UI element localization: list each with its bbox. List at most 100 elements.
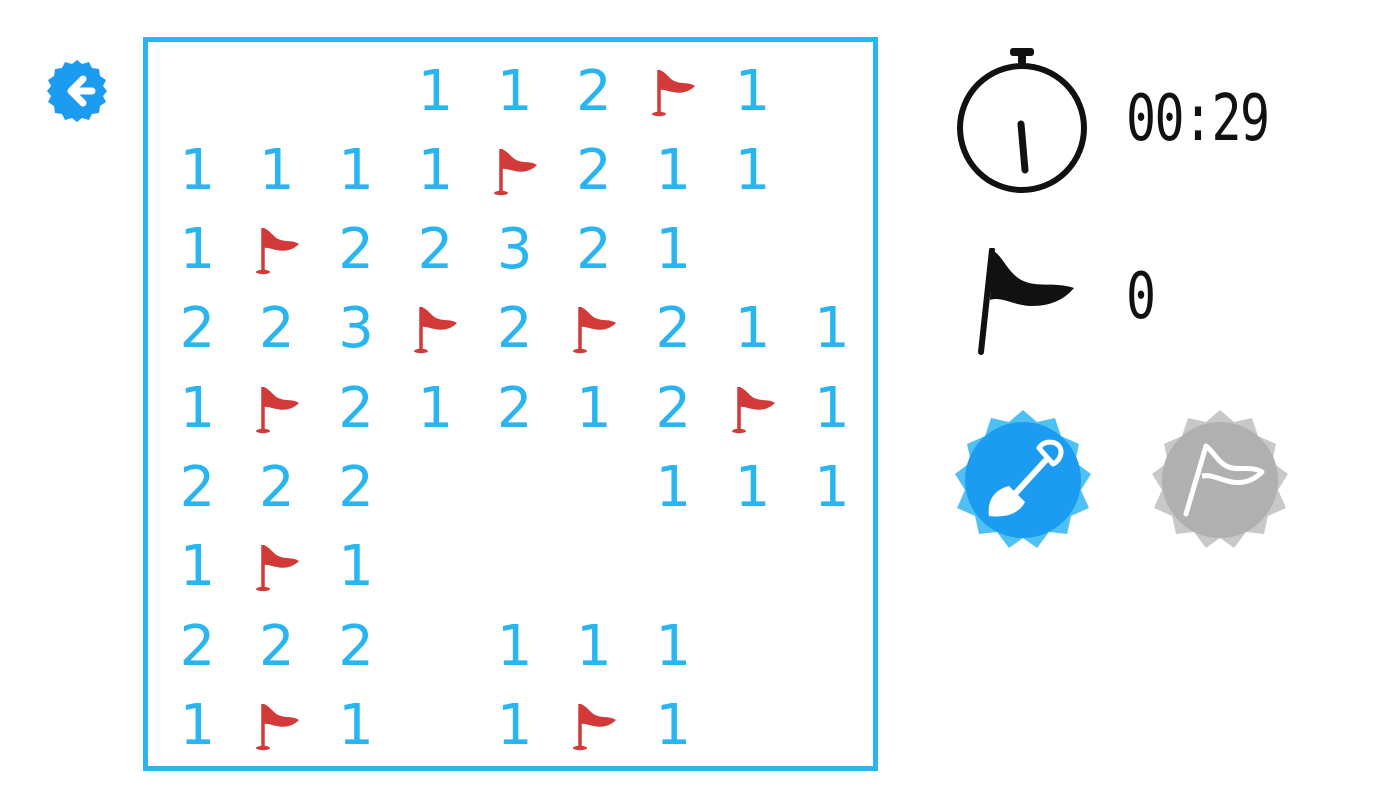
board-cell-r7-c2[interactable] [237, 528, 316, 607]
board-cell-r1-c6[interactable]: 2 [555, 52, 634, 131]
board-cell-r9-c4[interactable] [396, 686, 475, 765]
board-cell-r7-c9[interactable] [792, 528, 871, 607]
board-cell-r2-c3[interactable]: 1 [317, 131, 396, 210]
board-cell-r7-c6[interactable] [555, 528, 634, 607]
board-cell-r4-c4[interactable] [396, 290, 475, 369]
board-cell-r8-c1[interactable]: 2 [158, 607, 237, 686]
board-cell-r8-c9[interactable] [792, 607, 871, 686]
board-cell-r9-c8[interactable] [713, 686, 792, 765]
board-cell-r6-c3[interactable]: 2 [317, 449, 396, 528]
cell-number: 2 [338, 613, 374, 679]
board-cell-r7-c7[interactable] [634, 528, 713, 607]
board-cell-r8-c7[interactable]: 1 [634, 607, 713, 686]
board-cell-r3-c9[interactable] [792, 211, 871, 290]
board-cell-r2-c6[interactable]: 2 [555, 131, 634, 210]
cell-number: 1 [496, 58, 533, 124]
board-cell-r9-c3[interactable]: 1 [317, 686, 396, 765]
board-cell-r5-c5[interactable]: 2 [475, 369, 554, 448]
dig-mode-button[interactable] [951, 408, 1095, 552]
flag-mode-button[interactable] [1148, 408, 1292, 552]
board-cell-r8-c8[interactable] [713, 607, 792, 686]
board-cell-r5-c3[interactable]: 2 [317, 369, 396, 448]
board-cell-r8-c4[interactable] [396, 607, 475, 686]
cell-number: 2 [655, 375, 692, 441]
cell-number: 2 [576, 58, 612, 124]
board-cell-r6-c4[interactable] [396, 449, 475, 528]
board-cell-r8-c6[interactable]: 1 [555, 607, 634, 686]
cell-number: 2 [179, 613, 216, 679]
board-cell-r4-c7[interactable]: 2 [634, 290, 713, 369]
board-cell-r3-c7[interactable]: 1 [634, 211, 713, 290]
cell-number: 1 [496, 613, 533, 679]
board-cell-r2-c1[interactable]: 1 [158, 131, 237, 210]
board-cell-r9-c5[interactable]: 1 [475, 686, 554, 765]
board-cell-r9-c7[interactable]: 1 [634, 686, 713, 765]
board-cell-r1-c7[interactable] [634, 52, 713, 131]
board-cell-r2-c8[interactable]: 1 [713, 131, 792, 210]
board-cell-r7-c4[interactable] [396, 528, 475, 607]
board-cell-r1-c2[interactable] [237, 52, 316, 131]
board-cell-r4-c9[interactable]: 1 [792, 290, 871, 369]
board-cell-r3-c5[interactable]: 3 [475, 211, 554, 290]
board-cell-r4-c6[interactable] [555, 290, 634, 369]
board-cell-r3-c4[interactable]: 2 [396, 211, 475, 290]
stopwatch-icon [954, 46, 1090, 194]
board-cell-r8-c2[interactable]: 2 [237, 607, 316, 686]
board-cell-r5-c6[interactable]: 1 [555, 369, 634, 448]
board-cell-r4-c1[interactable]: 2 [158, 290, 237, 369]
cell-number: 1 [179, 217, 216, 283]
board-cell-r6-c9[interactable]: 1 [792, 449, 871, 528]
board-cell-r1-c4[interactable]: 1 [396, 52, 475, 131]
board-cell-r9-c6[interactable] [555, 686, 634, 765]
board-cell-r9-c1[interactable]: 1 [158, 686, 237, 765]
board-cell-r2-c5[interactable] [475, 131, 554, 210]
board-cell-r6-c8[interactable]: 1 [713, 449, 792, 528]
board-cell-r6-c5[interactable] [475, 449, 554, 528]
cell-number: 1 [814, 375, 850, 441]
board-cell-r5-c7[interactable]: 2 [634, 369, 713, 448]
board-cell-r1-c1[interactable] [158, 52, 237, 131]
flag-marker-icon [573, 307, 616, 354]
board-cell-r9-c9[interactable] [792, 686, 871, 765]
board-cell-r4-c8[interactable]: 1 [713, 290, 792, 369]
board-cell-r1-c9[interactable] [792, 52, 871, 131]
board-cell-r6-c1[interactable]: 2 [158, 449, 237, 528]
board-cell-r5-c2[interactable] [237, 369, 316, 448]
cell-number: 1 [258, 137, 295, 203]
board-cell-r7-c3[interactable]: 1 [317, 528, 396, 607]
board-cell-r8-c3[interactable]: 2 [317, 607, 396, 686]
board-cell-r4-c5[interactable]: 2 [475, 290, 554, 369]
flag-marker-icon [255, 386, 299, 433]
board-cell-r7-c8[interactable] [713, 528, 792, 607]
board-cell-r7-c1[interactable]: 1 [158, 528, 237, 607]
board-cell-r6-c2[interactable]: 2 [237, 449, 316, 528]
board-cell-r4-c2[interactable]: 2 [237, 290, 316, 369]
board-cell-r3-c6[interactable]: 2 [555, 211, 634, 290]
board-cell-r6-c6[interactable] [555, 449, 634, 528]
cell-number: 1 [496, 692, 533, 758]
board-cell-r8-c5[interactable]: 1 [475, 607, 554, 686]
board-cell-r2-c7[interactable]: 1 [634, 131, 713, 210]
back-button[interactable] [44, 58, 110, 124]
board-cell-r3-c8[interactable] [713, 211, 792, 290]
board-cell-r5-c4[interactable]: 1 [396, 369, 475, 448]
board-cell-r7-c5[interactable] [475, 528, 554, 607]
board-cell-r3-c2[interactable] [237, 211, 316, 290]
board-cell-r5-c9[interactable]: 1 [792, 369, 871, 448]
board-cell-r5-c1[interactable]: 1 [158, 369, 237, 448]
board-cell-r4-c3[interactable]: 3 [317, 290, 396, 369]
board-cell-r2-c4[interactable]: 1 [396, 131, 475, 210]
board-cell-r1-c8[interactable]: 1 [713, 52, 792, 131]
cell-number: 1 [338, 137, 374, 203]
board-cell-r3-c3[interactable]: 2 [317, 211, 396, 290]
cell-number: 2 [417, 217, 454, 283]
board-cell-r1-c5[interactable]: 1 [475, 52, 554, 131]
board-cell-r5-c8[interactable] [713, 369, 792, 448]
cell-number: 1 [179, 534, 216, 600]
board-cell-r1-c3[interactable] [317, 52, 396, 131]
board-cell-r2-c2[interactable]: 1 [237, 131, 316, 210]
board-cell-r6-c7[interactable]: 1 [634, 449, 713, 528]
board-cell-r9-c2[interactable] [237, 686, 316, 765]
board-cell-r2-c9[interactable] [792, 131, 871, 210]
board-cell-r3-c1[interactable]: 1 [158, 211, 237, 290]
